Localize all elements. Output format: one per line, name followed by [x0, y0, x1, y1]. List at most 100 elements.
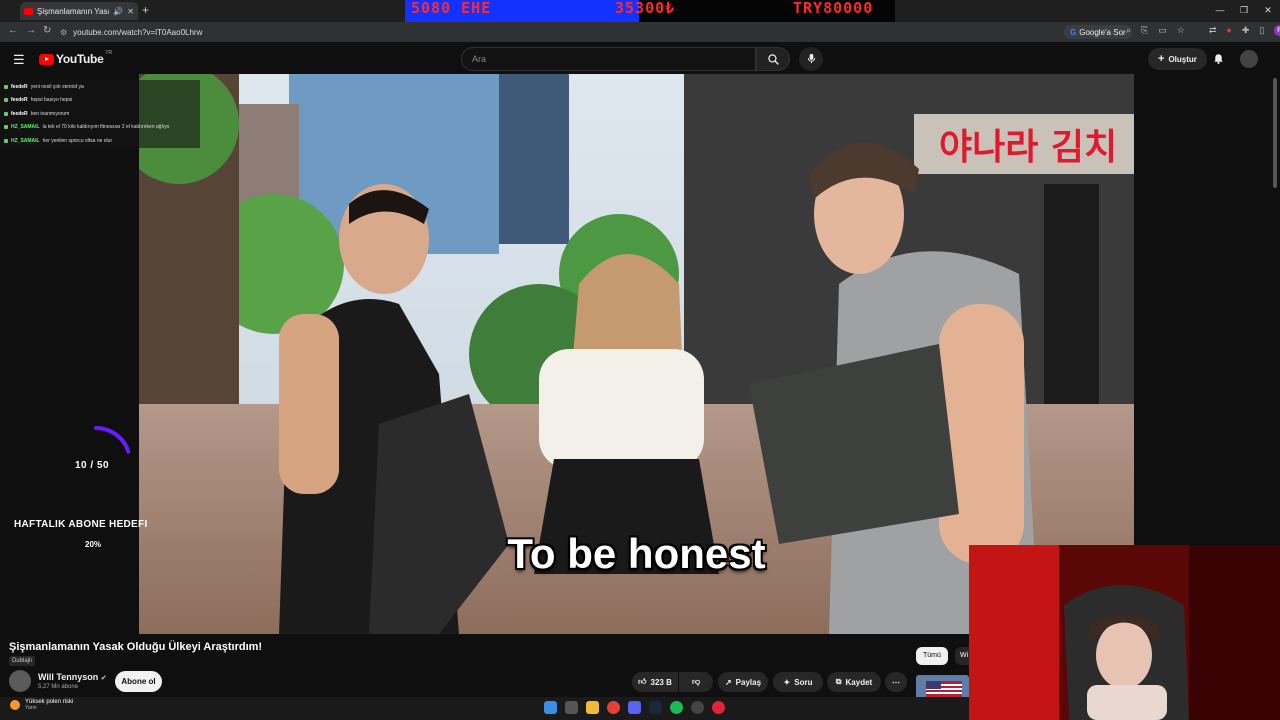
channel-name-text: Will Tennyson — [38, 672, 99, 682]
reload-icon[interactable]: ↻ — [43, 25, 51, 36]
voice-search-button[interactable] — [799, 47, 823, 71]
more-actions-button[interactable]: ⋯ — [885, 672, 907, 692]
search-icon — [767, 54, 779, 65]
obs-icon[interactable] — [691, 701, 704, 714]
zoom-icon[interactable]: ⌕ — [1126, 25, 1131, 36]
chat-text: la tek el 70 kilo kaldırıyım fitnessıar … — [42, 124, 170, 131]
chat-user: feedeR — [11, 97, 28, 104]
notifications-button[interactable] — [1212, 51, 1225, 70]
window-controls: — ❐ ✕ — [1208, 0, 1280, 22]
chat-message: feedeR yeni nesil çok steroid ya — [0, 80, 200, 94]
tab-close-icon[interactable]: ✕ — [127, 7, 134, 16]
new-tab-button[interactable]: + — [142, 3, 149, 17]
youtube-header: ☰ YouTube TR Ara + Oluştur — [0, 42, 1280, 76]
hamburger-menu-icon[interactable]: ☰ — [13, 52, 25, 68]
sub-goal-percent: 20% — [85, 540, 102, 549]
cast-icon[interactable]: ▭ — [1158, 25, 1167, 36]
chat-text: her yenilen sporcu oltsa ne olur — [42, 137, 113, 144]
restore-button[interactable]: ❐ — [1232, 0, 1256, 22]
browser-tab[interactable]: Şişmanlamanın Yasak Olduğu... 🔊 ✕ — [20, 2, 138, 20]
donation-goal-text: TRY80000 — [793, 0, 874, 17]
chat-badge-icon — [4, 125, 8, 130]
google-g-icon: G — [1070, 27, 1077, 37]
channel-avatar[interactable] — [9, 670, 31, 692]
weather-subtitle: Yarın — [25, 705, 37, 711]
like-count: 323 B — [650, 677, 672, 687]
search-button[interactable] — [756, 47, 790, 71]
chat-badge-icon — [4, 98, 8, 103]
create-label: Oluştur — [1168, 54, 1197, 64]
site-info-icon[interactable]: ⚙ — [60, 28, 67, 37]
create-button[interactable]: + Oluştur — [1148, 48, 1207, 70]
file-explorer-icon[interactable] — [586, 701, 599, 714]
donation-mid-text: 35300₺ — [615, 0, 676, 17]
chat-text: hepsi basıyo hepsi — [30, 97, 73, 104]
svg-text:야나라 김치: 야나라 김치 — [939, 127, 1117, 168]
share-label: Paylaş — [735, 677, 762, 687]
streamer-webcam — [969, 545, 1280, 720]
save-label: Kaydet — [845, 677, 873, 687]
verified-icon: ✔ — [100, 675, 107, 682]
plus-icon: + — [1158, 53, 1165, 65]
taskbar-apps — [544, 701, 725, 714]
audio-icon[interactable]: 🔊 — [113, 7, 123, 16]
youtube-favicon-icon — [24, 7, 33, 15]
sub-goal-count: 10 / 50 — [75, 460, 110, 471]
chat-user: feedeR — [11, 110, 28, 117]
chip-all[interactable]: Tümü — [916, 647, 948, 665]
chat-text: ben inanmıyorum — [30, 110, 70, 117]
task-view-icon[interactable] — [565, 701, 578, 714]
profile-avatar[interactable]: R — [1274, 25, 1280, 36]
browser-toolbar-icons: ⌕ ⎘ ▭ ☆ ⇄ ● ✚ ▯ R ⋮ — [1126, 25, 1280, 36]
sparkle-icon: ✦ — [783, 677, 791, 687]
chat-message: feedeR hepsi basıyo hepsi — [0, 93, 200, 107]
opera-icon[interactable] — [712, 701, 725, 714]
google-sor-button[interactable]: G Google'a Sor — [1064, 25, 1132, 39]
adblock-icon[interactable]: ● — [1226, 25, 1231, 36]
chat-user: feedeR — [11, 83, 28, 90]
youtube-logo[interactable]: YouTube TR — [39, 50, 112, 66]
chat-badge-icon — [4, 84, 8, 89]
spotify-icon[interactable] — [670, 701, 683, 714]
thumbs-up-icon: 👍︎ — [638, 677, 647, 686]
dubbed-badge: Dublajlı — [9, 656, 36, 666]
share-icon: ↗ — [724, 677, 732, 687]
search-input[interactable]: Ara — [461, 47, 756, 71]
bookmark-star-icon[interactable]: ☆ — [1177, 25, 1185, 36]
minimize-button[interactable]: — — [1208, 0, 1232, 22]
chat-badge-icon — [4, 111, 8, 116]
save-button[interactable]: ⧉ Kaydet — [827, 672, 881, 692]
weather-widget[interactable]: Yüksek polen riski Yarın — [10, 699, 73, 711]
tab-title: Şişmanlamanın Yasak Olduğu... — [37, 6, 109, 16]
share-button[interactable]: ↗ Paylaş — [718, 672, 768, 692]
sidebar-icon[interactable]: ▯ — [1259, 25, 1264, 36]
subscribe-button[interactable]: Abone ol — [115, 671, 162, 692]
thumbs-down-icon: 👎︎ — [691, 677, 701, 686]
youtube-play-icon — [39, 53, 54, 65]
like-button[interactable]: 👍︎ 323 B — [632, 672, 678, 692]
windows-start-icon[interactable] — [544, 701, 557, 714]
account-avatar[interactable] — [1240, 50, 1258, 68]
channel-name[interactable]: Will Tennyson ✔ — [38, 672, 107, 682]
ask-label: Soru — [794, 677, 813, 687]
sub-goal-title: HAFTALIK ABONE HEDEFI — [14, 519, 148, 530]
back-icon[interactable]: ← — [8, 25, 18, 36]
puzzle-icon[interactable]: ✚ — [1242, 25, 1250, 36]
dislike-button[interactable]: 👎︎ — [679, 672, 713, 692]
chip-next[interactable]: Wi — [955, 647, 969, 665]
chat-message: HZ_SAMAIL la tek el 70 kilo kaldırıyım fi… — [0, 120, 200, 134]
steam-icon[interactable] — [649, 701, 662, 714]
chrome-icon[interactable] — [607, 701, 620, 714]
forward-icon[interactable]: → — [26, 25, 36, 36]
windows-taskbar: Yüksek polen riski Yarın — [0, 697, 969, 720]
close-window-button[interactable]: ✕ — [1256, 0, 1280, 22]
install-icon[interactable]: ⎘ — [1141, 25, 1148, 36]
sub-goal-progress-arc — [94, 426, 131, 454]
ask-button[interactable]: ✦ Soru — [773, 672, 823, 692]
chat-badge-icon — [4, 138, 8, 143]
chat-text: yeni nesil çok steroid ya — [30, 83, 84, 90]
url-field[interactable]: ⚙ youtube.com/watch?v=lT0Aao0Lhrw — [60, 25, 1060, 39]
page-scrollbar[interactable] — [1273, 78, 1277, 188]
extension-icon[interactable]: ⇄ — [1209, 25, 1217, 36]
discord-icon[interactable] — [628, 701, 641, 714]
